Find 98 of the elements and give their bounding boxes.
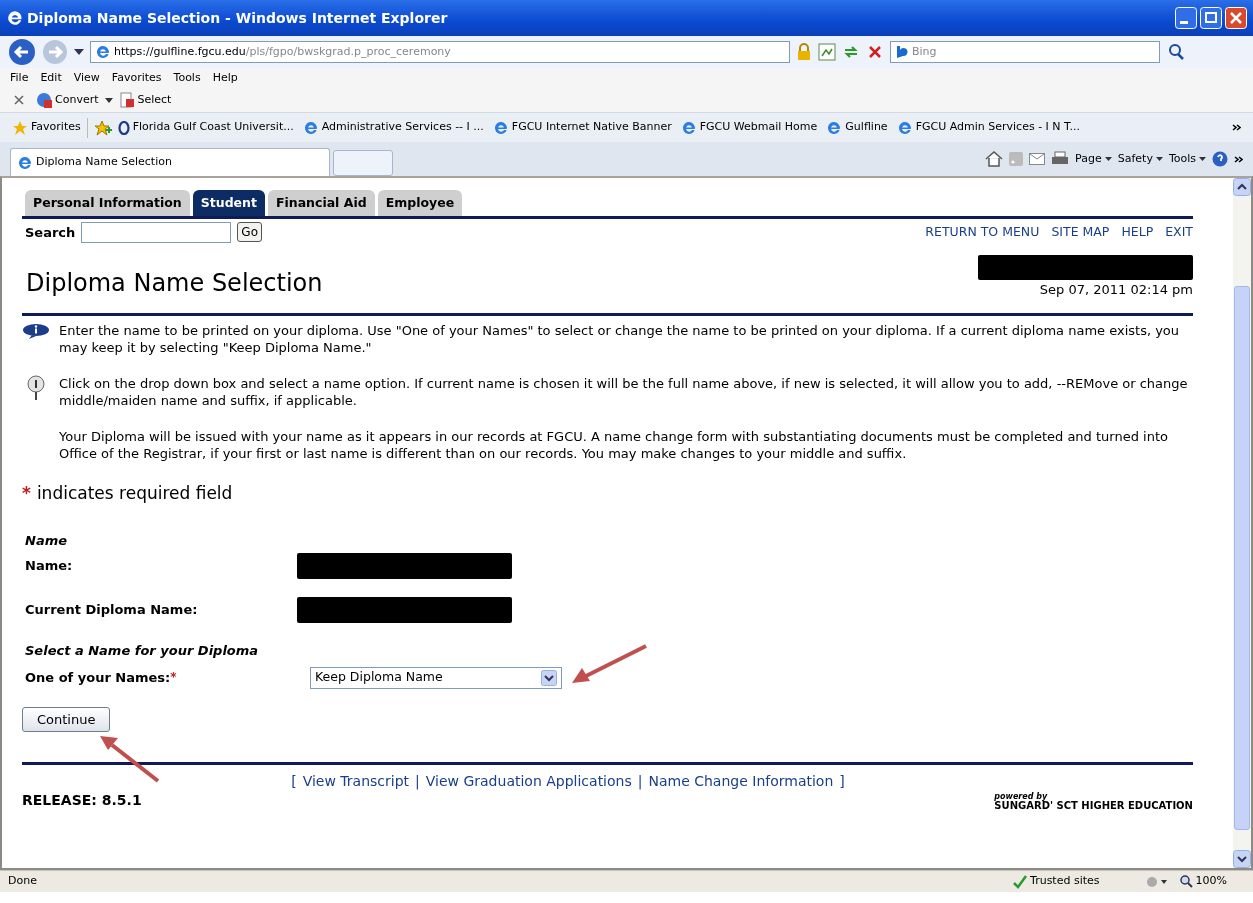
footer-link[interactable]: Name Change Information <box>648 771 834 793</box>
release-label: RELEASE: 8.5.1 <box>22 791 142 811</box>
dropdown-caret-icon[interactable] <box>74 49 84 55</box>
status-text: Done <box>8 873 37 890</box>
document-icon <box>118 92 135 108</box>
checkmark-icon <box>1013 874 1028 889</box>
search-engine-logo-icon <box>895 45 909 59</box>
required-note: indicates required field <box>36 482 233 506</box>
menu-item[interactable]: Edit <box>40 69 62 87</box>
lock-icon <box>796 43 812 61</box>
caret-icon <box>1155 157 1163 161</box>
field-label: One of your Names: <box>25 668 171 687</box>
continue-button[interactable]: Continue <box>22 706 111 733</box>
browser-tab[interactable]: Diploma Name Selection <box>10 148 330 176</box>
date-time: Sep 07, 2011 02:14 pm <box>1039 280 1193 299</box>
minimize-icon[interactable] <box>1175 7 1197 29</box>
page-icon <box>826 119 843 136</box>
footer-link[interactable]: View Graduation Applications <box>425 771 632 793</box>
help-icon[interactable] <box>1212 151 1228 167</box>
required-asterisk: * <box>170 668 177 686</box>
favorite-link[interactable]: FGCU Internet Native Banner <box>492 119 672 136</box>
scroll-up-icon[interactable] <box>1233 178 1251 196</box>
toolbar-menu[interactable]: Tools <box>1168 150 1206 168</box>
bracket: ] <box>839 772 845 792</box>
required-asterisk: * <box>22 482 31 506</box>
favorite-link[interactable]: Florida Gulf Coast Universit... <box>117 119 294 136</box>
page-icon <box>896 119 913 136</box>
back-icon[interactable] <box>8 38 36 66</box>
scroll-down-icon[interactable] <box>1233 850 1251 868</box>
dropdown-caret-icon[interactable] <box>104 97 113 103</box>
zoom-icon <box>1179 875 1193 888</box>
caret-icon <box>1104 157 1112 161</box>
printer-icon[interactable] <box>1051 151 1070 167</box>
instruction-text: Click on the drop down box and select a name option. If current name is chosen it will be the full name above, if new is selected, it will allow you to add, --REMove or change middle/maiden name and suffix, if applicable. <box>59 374 1189 410</box>
powered-by-label: powered by <box>994 793 1048 802</box>
home-icon[interactable] <box>985 151 1004 167</box>
section-heading: Name <box>25 531 68 550</box>
address-field[interactable]: https://gulfline.fgcu.edu/pls/fgpo/bwskgrad.p_proc_ceremony <box>90 41 790 63</box>
field-label: Current Diploma Name: <box>25 601 199 620</box>
security-zone: Trusted sites <box>1030 873 1100 890</box>
page-title: Diploma Name Selection <box>26 267 323 299</box>
nav-link[interactable]: HELP <box>1121 222 1154 242</box>
page-icon <box>95 44 111 60</box>
name-dropdown[interactable]: Keep Diploma Name <box>310 666 562 689</box>
separator: | <box>637 772 643 792</box>
bracket: [ <box>291 772 297 792</box>
menu-item[interactable]: Tools <box>173 69 201 87</box>
menu-item[interactable]: File <box>10 69 29 87</box>
menu-item[interactable]: View <box>73 69 100 87</box>
section-tab[interactable]: Employee <box>377 190 463 216</box>
nav-link[interactable]: SITE MAP <box>1051 222 1110 242</box>
nav-link[interactable]: EXIT <box>1165 222 1193 242</box>
star-icon <box>12 119 28 136</box>
section-tab[interactable]: Financial Aid <box>267 190 375 216</box>
zoom-level[interactable]: 100% <box>1179 873 1227 890</box>
overflow-chevron-icon[interactable] <box>1234 155 1243 163</box>
caret-icon <box>1199 157 1206 161</box>
scroll-thumb[interactable] <box>1234 286 1250 830</box>
select-button[interactable]: Select <box>118 91 172 109</box>
nav-link[interactable]: RETURN TO MENU <box>925 222 1040 242</box>
section-tab[interactable]: Personal Information <box>25 190 190 216</box>
search-field[interactable] <box>81 221 232 243</box>
window-title: Diploma Name Selection - Windows Internet Explorer <box>27 8 448 28</box>
search-label: Search <box>25 223 76 242</box>
menu-item[interactable]: Favorites <box>111 69 162 87</box>
instruction-text: Enter the name to be printed on your diploma. Use "One of your Names" to select or change the name to be printed on your diploma. If a current diploma name exists, you may keep it by selecting "Keep Diploma Name." <box>59 321 1181 357</box>
instruction-text: Your Diploma will be issued with your name as it appears in our records at FGCU. A name change form with substantiating documents must be completed and turned into Office of the Registrar, if your first or last name is different than on our records. You may make changes to your middle and suffix. <box>59 427 1169 464</box>
menu-item[interactable]: Help <box>212 69 238 87</box>
go-button[interactable]: Go <box>237 222 262 243</box>
maximize-icon[interactable] <box>1200 7 1222 29</box>
page-icon <box>302 119 319 136</box>
overflow-chevron-icon[interactable] <box>1232 124 1241 131</box>
search-field[interactable]: Bing <box>890 41 1160 63</box>
browser-logo-icon <box>6 9 24 27</box>
favorite-link[interactable]: FGCU Admin Services - I N T... <box>896 119 1080 136</box>
page-icon <box>17 154 33 171</box>
annotation-arrow <box>98 734 162 785</box>
favorite-link[interactable]: FGCU Webmail Home <box>680 119 818 136</box>
globe-icon <box>36 92 52 108</box>
section-tab[interactable]: Student <box>192 190 265 216</box>
toolbar-menu[interactable]: Safety <box>1117 150 1163 168</box>
favorite-link[interactable]: Administrative Services -- I ... <box>302 119 484 136</box>
close-icon[interactable] <box>14 95 24 105</box>
separator: | <box>415 772 420 792</box>
page-icon <box>492 119 509 136</box>
vendor-name: SUNGARD' SCT HIGHER EDUCATION <box>994 801 1193 812</box>
ring-logo-icon <box>117 120 130 135</box>
toolbar-menu[interactable]: Page <box>1075 150 1112 168</box>
mail-icon[interactable] <box>1029 153 1046 165</box>
field-label: Name: <box>25 557 74 576</box>
section-heading: Select a Name for your Diploma <box>25 642 260 661</box>
footer-link[interactable]: View Transcript <box>302 771 410 793</box>
favorites-button[interactable]: Favorites <box>12 119 81 136</box>
add-favorite-star-icon[interactable] <box>93 119 112 136</box>
info-icon <box>22 323 50 340</box>
convert-button[interactable]: Convert <box>36 91 99 109</box>
favorite-link[interactable]: Gulfline <box>826 119 888 136</box>
page-icon <box>680 119 697 136</box>
